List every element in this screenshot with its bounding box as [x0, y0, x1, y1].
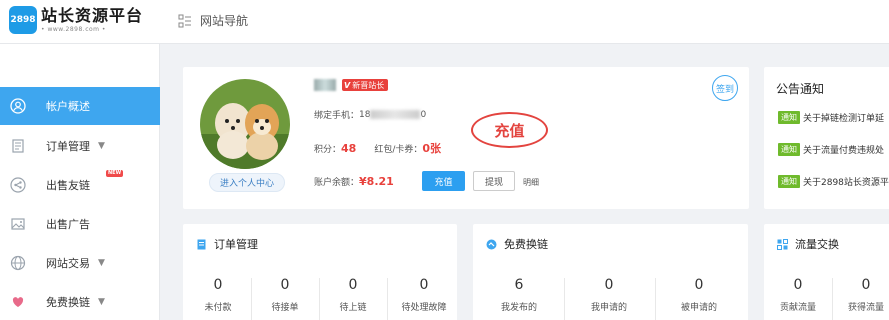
notice-item[interactable]: 通知 关于2898站长资源平	[778, 175, 889, 188]
divider	[655, 278, 656, 320]
username-row: V 新晋站长	[314, 79, 389, 91]
avatar[interactable]	[200, 79, 290, 169]
sidebar-item-sell-ads[interactable]: 出售广告	[0, 205, 160, 243]
sidebar-item-account-overview[interactable]: 帐户概述	[0, 87, 160, 125]
heart-hands-icon	[10, 294, 26, 310]
personal-center-button[interactable]: 进入个人中心	[209, 173, 285, 192]
notice-tag: 通知	[778, 143, 800, 156]
sidebar-item-site-trade[interactable]: 网站交易 ▼	[0, 244, 160, 282]
divider	[319, 278, 320, 320]
logo-title: 站长资源平台	[41, 5, 144, 25]
swap-icon	[777, 238, 788, 250]
nav-label: 网站导航	[200, 14, 249, 28]
link-bubble-icon	[486, 239, 497, 250]
phone-blurred	[370, 110, 421, 119]
sidebar: 帐户概述 订单管理 ▼ 出售友链 NEW 出售广告 网站交易 ▼ 免费换链 ▼	[0, 44, 160, 320]
chevron-down-icon: ▼	[98, 297, 105, 307]
divider	[564, 278, 565, 320]
recharge-annotation: 充值	[471, 112, 548, 148]
free-link-exchange-card: 免费换链 6 我发布的 0 我申请的 0 被申请的	[473, 224, 748, 320]
image-icon	[10, 216, 26, 232]
document-icon	[196, 239, 207, 250]
notice-title: 公告通知	[776, 82, 825, 96]
stat-pending-accept[interactable]: 0 待接单	[263, 276, 307, 313]
chevron-down-icon: ▼	[98, 258, 105, 268]
stat-pending-fault[interactable]: 0 待处理故障	[393, 276, 455, 313]
withdraw-button[interactable]: 提现	[473, 171, 515, 191]
sidebar-item-label: 帐户概述	[46, 100, 90, 113]
notice-item[interactable]: 通知 关于掉链检测订单延	[778, 111, 884, 124]
recharge-button[interactable]: 充值	[422, 171, 465, 191]
section-title: 流量交换	[795, 238, 839, 251]
stat-unpaid[interactable]: 0 未付款	[197, 276, 239, 313]
sidebar-item-label: 网站交易	[46, 257, 90, 270]
site-logo[interactable]: 2898 站长资源平台 • www.2898.com •	[9, 6, 143, 34]
vip-badge: V 新晋站长	[342, 79, 389, 91]
chevron-down-icon: ▼	[98, 141, 105, 151]
stat-contributed-traffic[interactable]: 0 贡献流量	[774, 276, 822, 313]
points-value: 48	[341, 141, 357, 155]
divider	[832, 278, 833, 320]
details-link[interactable]: 明细	[523, 177, 539, 188]
order-management-card: 订单管理 0 未付款 0 待接单 0 待上链 0 待处理故障	[183, 224, 457, 320]
sidebar-item-label: 订单管理	[46, 140, 90, 153]
sign-in-button[interactable]: 签到	[712, 75, 738, 101]
sidebar-item-sell-links[interactable]: 出售友链 NEW	[0, 166, 160, 204]
new-badge: NEW	[106, 170, 124, 177]
section-title: 订单管理	[214, 238, 258, 251]
list-grid-icon	[178, 14, 192, 28]
profile-card: 进入个人中心 V 新晋站长 绑定手机： 18 0 积分： 48 红包/卡券： 0张…	[183, 67, 749, 209]
notice-card: 公告通知 通知 关于掉链检测订单延 通知 关于流量付费违规处 通知 关于2898…	[764, 67, 889, 209]
balance-value: ¥8.21	[359, 175, 394, 188]
sidebar-item-label: 免费换链	[46, 296, 90, 309]
document-icon	[10, 138, 26, 154]
username-blurred	[314, 79, 336, 91]
user-circle-icon	[10, 98, 26, 114]
notice-tag: 通知	[778, 175, 800, 188]
stat-my-applied[interactable]: 0 我申请的	[585, 276, 633, 313]
notice-item[interactable]: 通知 关于流量付费违规处	[778, 143, 884, 156]
stat-pending-link[interactable]: 0 待上链	[331, 276, 375, 313]
site-navigation-link[interactable]: 网站导航	[178, 12, 248, 29]
sidebar-item-free-link-exchange[interactable]: 免费换链 ▼	[0, 283, 160, 320]
balance-row: 账户余额： ¥8.21	[314, 175, 394, 188]
logo-badge: 2898	[9, 6, 37, 34]
phone-row: 绑定手机： 18 0	[314, 109, 427, 122]
top-header: 2898 站长资源平台 • www.2898.com • 网站导航	[0, 0, 889, 44]
stat-applied-to-me[interactable]: 0 被申请的	[675, 276, 723, 313]
notice-tag: 通知	[778, 111, 800, 124]
stat-gained-traffic[interactable]: 0 获得流量	[842, 276, 889, 313]
sidebar-item-label: 出售广告	[46, 218, 90, 231]
divider	[387, 278, 388, 320]
logo-url: • www.2898.com •	[41, 25, 106, 33]
sidebar-item-label: 出售友链	[46, 179, 90, 192]
divider	[251, 278, 252, 320]
sidebar-item-order-management[interactable]: 订单管理 ▼	[0, 127, 160, 165]
section-title: 免费换链	[504, 238, 548, 251]
traffic-exchange-card: 流量交换 0 贡献流量 0 获得流量	[764, 224, 889, 320]
stat-my-published[interactable]: 6 我发布的	[495, 276, 543, 313]
globe-icon	[10, 255, 26, 271]
points-row: 积分： 48 红包/卡券： 0张	[314, 141, 442, 156]
coupon-value: 0张	[422, 142, 442, 155]
share-icon	[10, 177, 26, 193]
